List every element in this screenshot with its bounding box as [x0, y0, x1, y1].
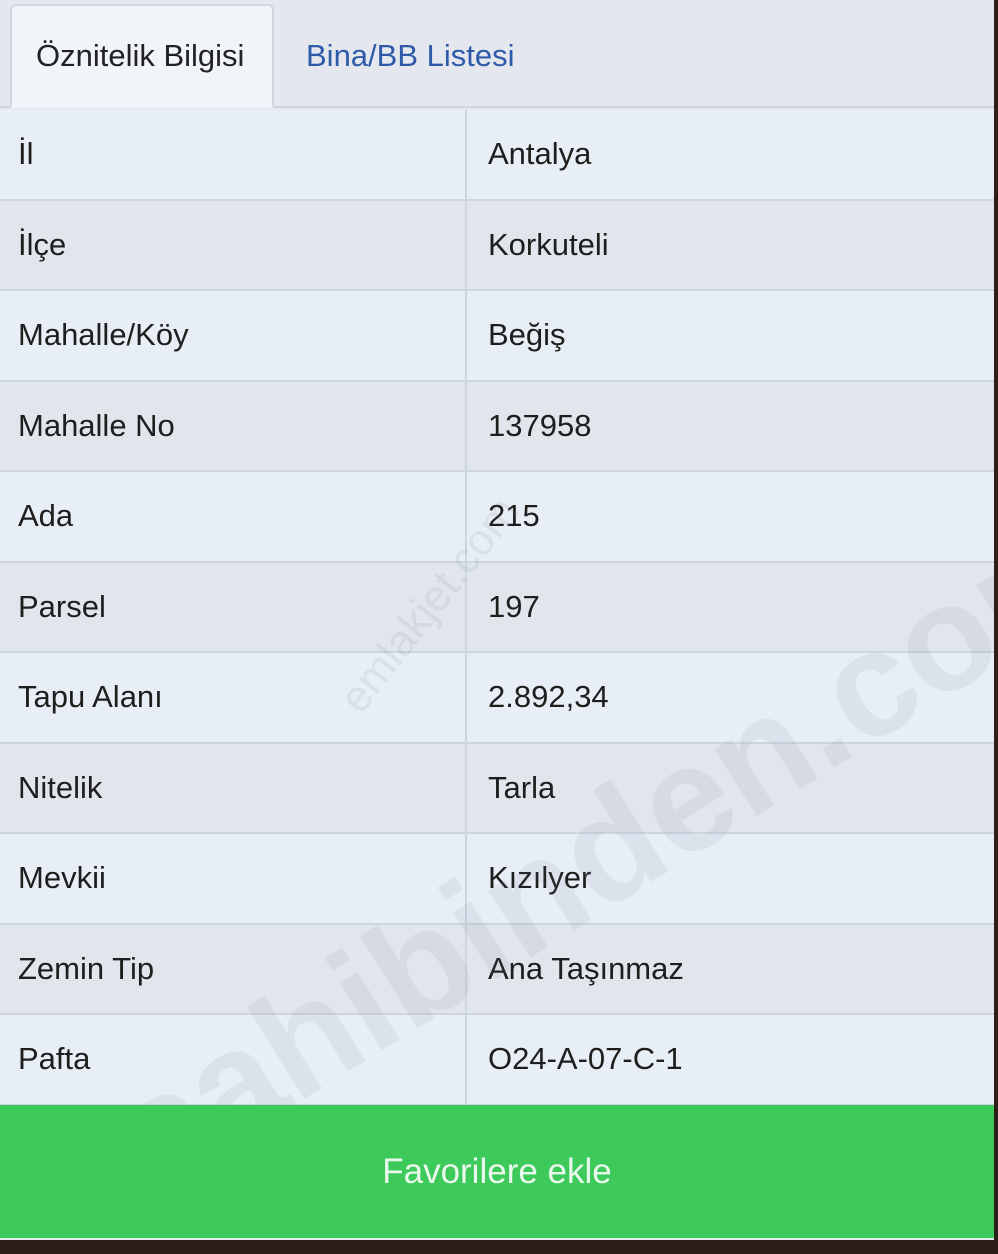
row-value: Tarla — [488, 769, 556, 805]
tab-oznitelik-bilgisi[interactable]: Öznitelik Bilgisi — [10, 4, 274, 108]
table-row: İlçe Korkuteli — [0, 200, 994, 291]
add-to-favorites-button[interactable]: Favorilere ekle — [0, 1105, 994, 1238]
row-value: 215 — [488, 498, 540, 534]
row-value: Kızılyer — [488, 860, 592, 896]
row-label: İl — [0, 110, 467, 199]
row-value: O24-A-07-C-1 — [488, 1041, 683, 1077]
row-value: Beğiş — [488, 317, 566, 353]
row-label: İlçe — [0, 200, 467, 289]
table-row: İl Antalya — [0, 110, 994, 201]
row-label: Pafta — [0, 1015, 467, 1104]
table-row: Ada 215 — [0, 472, 994, 563]
table-row: Parsel 197 — [0, 562, 994, 653]
table-row: Mahalle/Köy Beğiş — [0, 291, 994, 382]
row-label: Parsel — [0, 562, 467, 651]
row-value: 137958 — [488, 407, 592, 443]
add-to-favorites-label: Favorilere ekle — [382, 1151, 612, 1191]
table-row: Nitelik Tarla — [0, 743, 994, 834]
table-row: Mevkii Kızılyer — [0, 834, 994, 925]
row-label: Mahalle/Köy — [0, 291, 467, 380]
table-row: Zemin Tip Ana Taşınmaz — [0, 924, 994, 1015]
row-label: Mahalle No — [0, 381, 467, 470]
row-value: 197 — [488, 588, 540, 624]
row-label: Tapu Alanı — [0, 653, 467, 742]
table-row: Tapu Alanı 2.892,34 — [0, 653, 994, 744]
screen-frame: Öznitelik Bilgisi Bina/BB Listesi İl Ant… — [0, 0, 998, 1254]
tab-label: Öznitelik Bilgisi — [36, 38, 245, 73]
row-value: Ana Taşınmaz — [488, 950, 684, 986]
tab-bar: Öznitelik Bilgisi Bina/BB Listesi — [0, 0, 994, 108]
attribute-table: İl Antalya İlçe Korkuteli Mahalle/Köy Be… — [0, 110, 994, 1106]
parcel-info-panel: Öznitelik Bilgisi Bina/BB Listesi İl Ant… — [0, 0, 994, 1240]
table-row: Pafta O24-A-07-C-1 — [0, 1015, 994, 1106]
row-label: Zemin Tip — [0, 924, 467, 1013]
row-label: Ada — [0, 472, 467, 561]
row-label: Mevkii — [0, 834, 467, 923]
table-row: Mahalle No 137958 — [0, 381, 994, 472]
row-label: Nitelik — [0, 743, 467, 832]
tab-label: Bina/BB Listesi — [306, 38, 515, 73]
tab-bina-bb-listesi[interactable]: Bina/BB Listesi — [282, 4, 539, 108]
row-value: Antalya — [488, 136, 592, 172]
row-value: 2.892,34 — [488, 679, 609, 715]
row-value: Korkuteli — [488, 226, 609, 262]
